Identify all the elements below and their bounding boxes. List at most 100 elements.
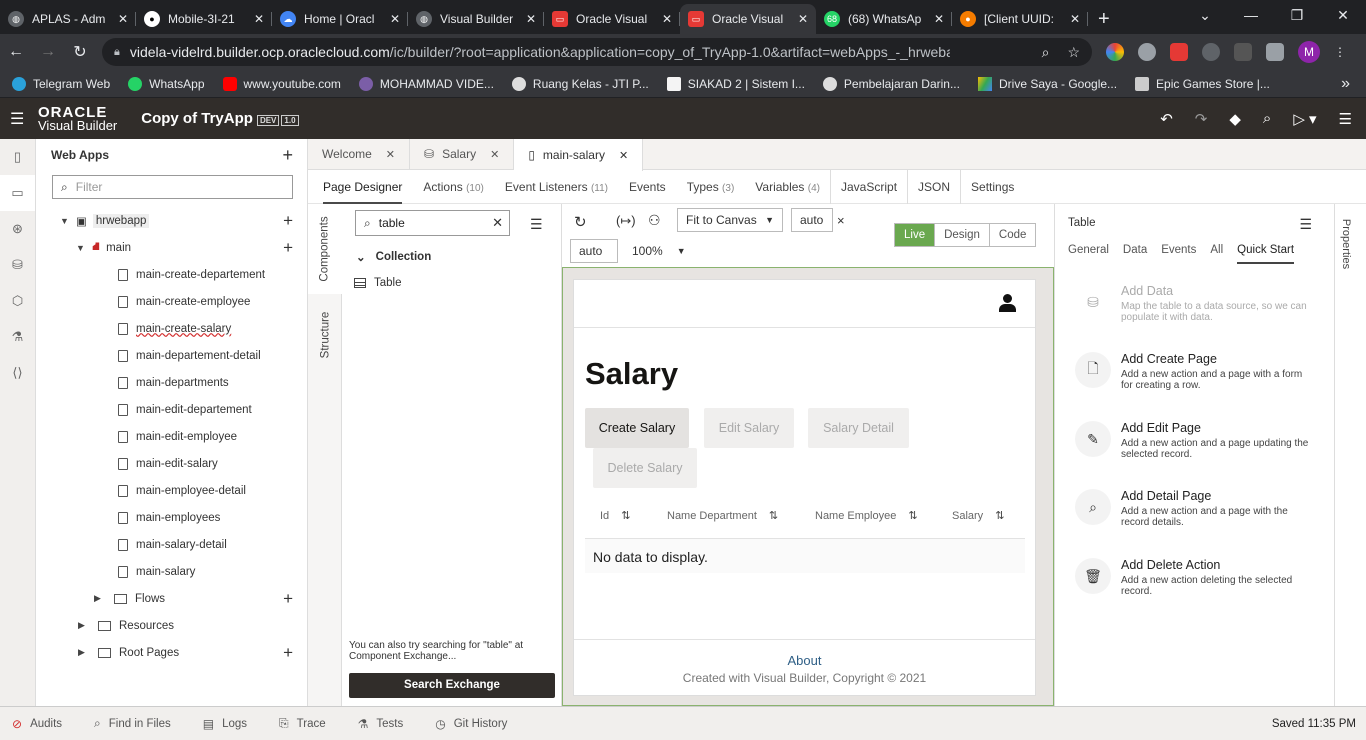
filter-input[interactable]: ⌕ Filter [52,175,293,199]
tab-types[interactable]: Types (3) [687,170,735,204]
browser-tab[interactable]: 68 (68) WhatsAp ✕ [816,4,952,34]
close-icon[interactable]: ✕ [1070,12,1080,26]
close-icon[interactable]: ✕ [526,12,536,26]
component-search-input[interactable]: ⌕ table ✕ [355,210,510,236]
tree-node-root-pages[interactable]: ▶ Root Pages + [36,639,307,666]
chevron-right-icon[interactable]: ▶ [94,593,108,604]
tree-node-flow[interactable]: ▼ ⛘ main + [36,234,307,261]
browser-tab[interactable]: ● Mobile-3I-21 ✕ [136,4,272,34]
add-root-page-button[interactable]: + [283,643,293,663]
forward-icon[interactable]: → [32,43,64,61]
width-input[interactable]: auto [791,208,833,232]
add-page-button[interactable]: + [283,238,293,258]
add-detail-page-action[interactable]: ⌕ Add Detail Page Add a new action and a p… [1075,489,1325,528]
search-exchange-button[interactable]: Search Exchange [349,673,555,698]
user-role-icon[interactable]: ⚇ [648,212,661,229]
close-window-icon[interactable]: ✕ [1320,0,1366,30]
add-create-page-action[interactable]: 🗋︎ Add Create Page Add a new action and a … [1075,352,1325,391]
tests-button[interactable]: ⚗ Tests [358,717,404,731]
tab-page-designer[interactable]: Page Designer [323,170,403,204]
sort-icon[interactable]: ⇅ [621,509,630,522]
red-extension-icon[interactable] [1170,43,1188,61]
tree-node-page[interactable]: main-departement-detail [36,342,307,369]
delete-salary-button[interactable]: Delete Salary [593,448,697,488]
bookmark-item[interactable]: Telegram Web [12,76,110,91]
chevron-down-icon[interactable]: ▼ [60,216,74,226]
bookmark-item[interactable]: www.youtube.com [222,76,341,91]
properties-menu-icon[interactable]: ☰ [1299,216,1312,233]
fit-to-canvas-select[interactable]: Fit to Canvas ▼ [677,208,783,232]
web-apps-icon[interactable]: ▭ [0,175,35,211]
redo-icon[interactable]: ↷ [1195,110,1208,128]
browser-tab[interactable]: ▭ Oracle Visual ✕ [544,4,680,34]
close-icon[interactable]: ✕ [934,12,944,26]
source-icon[interactable]: ⟨⟩ [0,355,35,391]
mobile-apps-icon[interactable]: ▯ [0,139,35,175]
sort-icon[interactable]: ⇅ [908,509,917,522]
zoom-icon[interactable]: ⌕ [1042,44,1050,61]
tree-node-resources[interactable]: ▶ Resources [36,612,307,639]
tab-properties[interactable]: Properties [1340,219,1352,269]
table-component[interactable]: Table [354,277,402,289]
bookmark-item[interactable]: MOHAMMAD VIDE... [358,76,494,91]
business-objects-icon[interactable]: ⛁ [0,247,35,283]
tab-components[interactable]: Components [308,204,342,294]
search-icon[interactable]: ⌕ [1263,110,1271,128]
browser-tab-active[interactable]: ▭ Oracle Visual ✕ [680,4,816,34]
tab-javascript[interactable]: JavaScript [841,169,909,204]
logs-button[interactable]: ▤ Logs [203,717,247,731]
chevron-down-icon[interactable]: ▼ [76,243,90,253]
puzzle-icon[interactable] [1266,43,1284,61]
tree-node-page[interactable]: main-salary-detail [36,531,307,558]
bookmark-item[interactable]: Ruang Kelas - JTI P... [511,76,649,91]
tab-general[interactable]: General [1068,244,1109,264]
clear-search-icon[interactable]: ✕ [492,215,503,231]
tab-variables[interactable]: Variables (4) [755,169,831,204]
reload-icon[interactable]: ↻ [64,42,96,62]
tree-node-page[interactable]: main-employee-detail [36,477,307,504]
tab-actions[interactable]: Actions (10) [423,170,484,204]
close-icon[interactable]: ✕ [118,12,128,26]
services-icon[interactable]: ⊛ [0,211,35,247]
components-icon[interactable]: ⬡ [0,283,35,319]
add-edit-page-action[interactable]: ✎ Add Edit Page Add a new action and a pag… [1075,421,1325,460]
tree-node-page[interactable]: main-create-departement [36,261,307,288]
design-mode-button[interactable]: Design [935,224,990,246]
url-input[interactable]: 🔒︎ videla-videlrd.builder.ocp.oracleclou… [102,38,1092,66]
new-tab-button[interactable]: + [1088,4,1120,34]
close-icon[interactable]: × [837,213,845,228]
tree-node-page[interactable]: main-create-salary [36,315,307,342]
trace-button[interactable]: ⎘ Trace [279,716,326,731]
close-icon[interactable]: ✕ [386,148,395,161]
tree-node-page[interactable]: main-edit-departement [36,396,307,423]
zoom-select[interactable]: 100% ▼ [632,244,686,258]
bookmark-item[interactable]: Pembelajaran Darin... [822,76,960,91]
collection-group[interactable]: ⌄ Collection [356,250,431,264]
close-icon[interactable]: ✕ [390,12,400,26]
create-salary-button[interactable]: Create Salary [585,408,689,448]
tree-node-flows[interactable]: ▶ Flows + [36,585,307,612]
add-delete-action[interactable]: 🗑︎ Add Delete Action Add a new action dele… [1075,558,1325,597]
tab-settings[interactable]: Settings [971,170,1014,204]
discord-icon[interactable] [1202,43,1220,61]
hamburger-menu-icon[interactable]: ☰ [10,109,24,129]
minimize-icon[interactable]: — [1228,0,1274,30]
restore-icon[interactable]: ❐ [1274,0,1320,30]
add-flow-button[interactable]: + [283,211,293,231]
tree-node-app[interactable]: ▼ ▣ hrwebapp + [36,207,307,234]
git-history-button[interactable]: ◷ Git History [435,717,507,731]
tab-search-icon[interactable]: ⌄ [1182,0,1228,30]
browser-tab[interactable]: ● [Client UUID: ✕ [952,4,1088,34]
refresh-icon[interactable]: ↻ [574,213,587,231]
column-header-name-department[interactable]: Name Department ⇅ [667,509,778,523]
palette-menu-icon[interactable]: ☰ [530,216,543,233]
chevron-right-icon[interactable]: ▶ [78,647,92,658]
variables-icon[interactable]: (↦) [616,213,636,229]
bookmark-item[interactable]: WhatsApp [128,76,205,91]
tab-all[interactable]: All [1210,244,1223,264]
tree-node-page[interactable]: main-employees [36,504,307,531]
browser-tab[interactable]: ☁ Home | Oracl ✕ [272,4,408,34]
tab-welcome[interactable]: Welcome ✕ [308,139,411,169]
back-icon[interactable]: ← [0,43,32,61]
add-data-action[interactable]: ⛁ Add Data Map the table to a data source,… [1075,284,1325,323]
